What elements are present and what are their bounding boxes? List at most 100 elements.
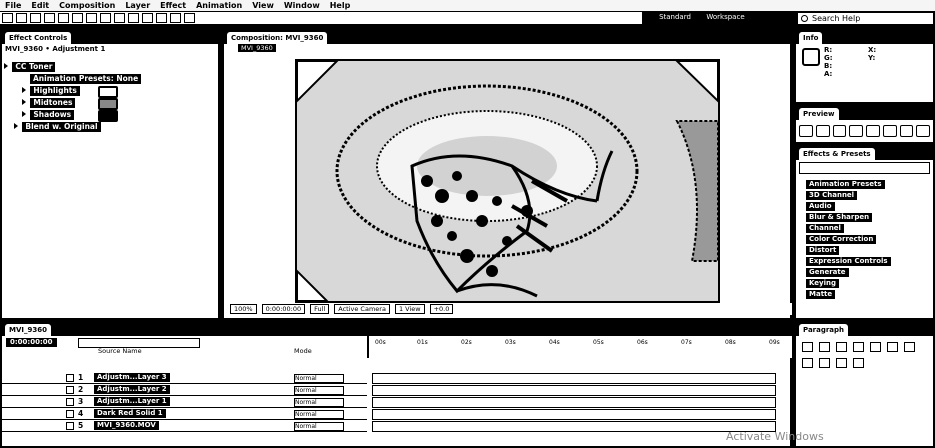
indent-left-icon[interactable] xyxy=(802,358,813,368)
next-frame-icon[interactable] xyxy=(849,125,863,137)
layer-duration-bar[interactable] xyxy=(372,397,776,408)
workspace-dropdown[interactable]: Workspace xyxy=(703,12,748,22)
layer-duration-bar[interactable] xyxy=(372,385,776,396)
menu-view[interactable]: View xyxy=(247,0,279,11)
selection-tool-icon[interactable] xyxy=(2,13,13,23)
layer-label-color[interactable] xyxy=(66,398,74,406)
align-right-icon[interactable] xyxy=(836,342,847,352)
rotate-tool-icon[interactable] xyxy=(44,13,55,23)
menu-file[interactable]: File xyxy=(0,0,26,11)
justify-right-icon[interactable] xyxy=(887,342,898,352)
menu-layer[interactable]: Layer xyxy=(120,0,155,11)
resolution-select[interactable]: Full xyxy=(310,304,330,314)
layer-row[interactable]: 4 Dark Red Solid 1 Normal xyxy=(2,408,367,420)
layer-row[interactable]: 3 Adjustm...Layer 1 Normal xyxy=(2,396,367,408)
brush-tool-icon[interactable] xyxy=(128,13,139,23)
align-left-icon[interactable] xyxy=(802,342,813,352)
clone-tool-icon[interactable] xyxy=(142,13,153,23)
layer-mode-select[interactable]: Normal xyxy=(294,374,344,383)
zoom-tool-icon[interactable] xyxy=(30,13,41,23)
expand-triangle-icon[interactable] xyxy=(14,123,18,129)
shadows-color-swatch[interactable] xyxy=(98,110,118,122)
layer-name[interactable]: Dark Red Solid 1 xyxy=(94,409,166,418)
menu-window[interactable]: Window xyxy=(279,0,325,11)
justify-all-icon[interactable] xyxy=(904,342,915,352)
camera-select[interactable]: Active Camera xyxy=(334,304,390,314)
category-distort[interactable]: Distort xyxy=(806,246,840,255)
stopwatch-icon[interactable] xyxy=(22,111,26,117)
indent-right-icon[interactable] xyxy=(819,358,830,368)
layer-name[interactable]: Adjustm...Layer 1 xyxy=(94,397,170,406)
category-channel[interactable]: Channel xyxy=(806,224,844,233)
justify-left-icon[interactable] xyxy=(853,342,864,352)
comp-subtab[interactable]: MVI_9360 xyxy=(238,44,276,52)
text-tool-icon[interactable] xyxy=(114,13,125,23)
category-color-correction[interactable]: Color Correction xyxy=(806,235,877,244)
category-generate[interactable]: Generate xyxy=(806,268,849,277)
loop-icon[interactable] xyxy=(899,125,914,137)
layer-mode-select[interactable]: Normal xyxy=(294,386,344,395)
pen-tool-icon[interactable] xyxy=(100,13,111,23)
layer-row[interactable]: 1 Adjustm...Layer 3 Normal xyxy=(2,372,367,384)
mask-tool-icon[interactable] xyxy=(86,13,97,23)
exposure-value[interactable]: +0.0 xyxy=(429,304,454,314)
last-frame-icon[interactable] xyxy=(866,125,880,137)
category-blur-sharpen[interactable]: Blur & Sharpen xyxy=(806,213,873,222)
layer-row[interactable]: 5 MVI_9360.MOV Normal xyxy=(2,420,367,432)
time-ruler[interactable]: 00s 01s 02s 03s 04s 05s 06s 07s 08s 09s xyxy=(367,336,792,358)
view-layout-select[interactable]: 1 View xyxy=(394,304,425,314)
layer-duration-bar[interactable] xyxy=(372,409,776,420)
midtones-color-swatch[interactable] xyxy=(98,98,118,110)
effects-search-input[interactable] xyxy=(799,162,930,174)
audio-icon[interactable] xyxy=(882,125,897,137)
category-animation-presets[interactable]: Animation Presets xyxy=(806,180,885,189)
timeline-timecode[interactable]: 0:00:00:00 xyxy=(6,338,57,347)
menu-edit[interactable]: Edit xyxy=(26,0,54,11)
layer-mode-select[interactable]: Normal xyxy=(294,422,344,431)
category-audio[interactable]: Audio xyxy=(806,202,835,211)
ram-preview-icon[interactable] xyxy=(916,125,930,137)
shadows-row[interactable]: Shadows xyxy=(22,110,118,122)
hand-tool-icon[interactable] xyxy=(16,13,27,23)
category-keying[interactable]: Keying xyxy=(806,279,840,288)
highlights-row[interactable]: Highlights xyxy=(22,86,118,98)
menu-effect[interactable]: Effect xyxy=(155,0,191,11)
highlights-color-swatch[interactable] xyxy=(98,86,118,98)
layer-label-color[interactable] xyxy=(66,410,74,418)
zoom-level[interactable]: 100% xyxy=(230,304,257,314)
play-icon[interactable] xyxy=(832,125,847,137)
effect-cc-toner-row[interactable]: CC Toner xyxy=(4,62,56,72)
tab-effect-controls[interactable]: Effect Controls xyxy=(5,32,72,44)
animation-presets-row[interactable]: Animation Presets: None xyxy=(30,74,142,84)
align-center-icon[interactable] xyxy=(819,342,830,352)
justify-center-icon[interactable] xyxy=(870,342,881,352)
menu-animation[interactable]: Animation xyxy=(191,0,247,11)
category-matte[interactable]: Matte xyxy=(806,290,836,299)
roto-tool-icon[interactable] xyxy=(170,13,181,23)
category-expression-controls[interactable]: Expression Controls xyxy=(806,257,891,266)
layer-row[interactable]: 2 Adjustm...Layer 2 Normal xyxy=(2,384,367,396)
expand-triangle-icon[interactable] xyxy=(4,63,8,69)
composition-viewer[interactable] xyxy=(295,59,720,303)
tab-timeline[interactable]: MVI_9360 xyxy=(5,324,51,336)
layer-duration-bar[interactable] xyxy=(372,373,776,384)
space-after-icon[interactable] xyxy=(853,358,864,368)
layer-name[interactable]: Adjustm...Layer 2 xyxy=(94,385,170,394)
search-help-input[interactable]: Search Help xyxy=(797,12,934,25)
layer-label-color[interactable] xyxy=(66,386,74,394)
layer-duration-bar[interactable] xyxy=(372,421,776,432)
eraser-tool-icon[interactable] xyxy=(156,13,167,23)
layer-mode-select[interactable]: Normal xyxy=(294,410,344,419)
menu-help[interactable]: Help xyxy=(325,0,356,11)
tab-composition[interactable]: Composition: MVI_9360 xyxy=(227,32,328,44)
prev-frame-icon[interactable] xyxy=(815,125,830,137)
blend-original-row[interactable]: Blend w. Original xyxy=(14,122,101,132)
first-frame-icon[interactable] xyxy=(799,125,813,137)
layer-label-color[interactable] xyxy=(66,374,74,382)
pan-behind-tool-icon[interactable] xyxy=(72,13,83,23)
space-before-icon[interactable] xyxy=(836,358,847,368)
camera-tool-icon[interactable] xyxy=(58,13,69,23)
tab-paragraph[interactable]: Paragraph xyxy=(799,324,849,336)
midtones-row[interactable]: Midtones xyxy=(22,98,118,110)
tab-effects-presets[interactable]: Effects & Presets xyxy=(799,148,875,160)
